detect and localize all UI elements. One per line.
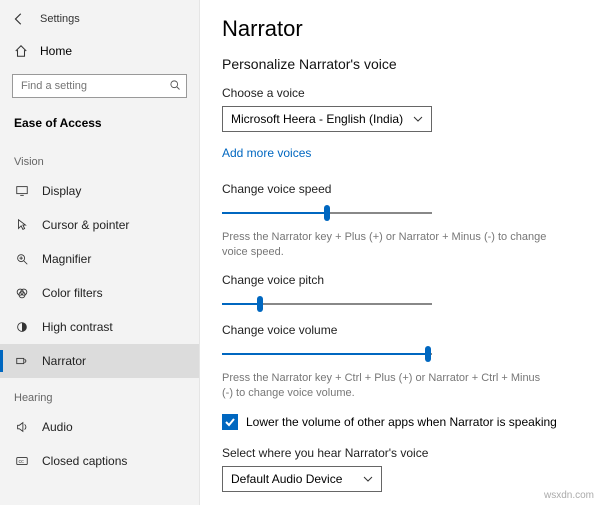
chevron-down-icon: [413, 114, 423, 124]
volume-label: Change voice volume: [222, 323, 578, 337]
nav-audio[interactable]: Audio: [0, 410, 199, 444]
audio-icon: [14, 420, 30, 434]
highcontrast-icon: [14, 320, 30, 334]
nav-cursor[interactable]: Cursor & pointer: [0, 208, 199, 242]
nav-label: Display: [42, 184, 81, 198]
group-label-vision: Vision: [0, 142, 199, 174]
nav-label: Closed captions: [42, 454, 127, 468]
page-title: Narrator: [222, 16, 578, 42]
sidebar: Settings Home Ease of Access Vision Disp…: [0, 0, 200, 505]
nav-label: High contrast: [42, 320, 113, 334]
speed-label: Change voice speed: [222, 182, 578, 196]
home-icon: [14, 44, 28, 58]
voice-select-value: Microsoft Heera - English (India): [231, 112, 403, 126]
nav-highcontrast[interactable]: High contrast: [0, 310, 199, 344]
page-subtitle: Personalize Narrator's voice: [222, 56, 578, 72]
watermark: wsxdn.com: [544, 490, 594, 501]
back-button[interactable]: [12, 12, 26, 26]
choose-voice-label: Choose a voice: [222, 86, 578, 100]
nav-magnifier[interactable]: Magnifier: [0, 242, 199, 276]
cursor-icon: [14, 218, 30, 232]
volume-hint: Press the Narrator key + Ctrl + Plus (+)…: [222, 371, 552, 402]
colorfilters-icon: [14, 286, 30, 300]
nav-label: Magnifier: [42, 252, 91, 266]
nav-label: Cursor & pointer: [42, 218, 129, 232]
speed-hint: Press the Narrator key + Plus (+) or Nar…: [222, 230, 552, 261]
magnifier-icon: [14, 252, 30, 266]
lower-volume-checkbox[interactable]: [222, 414, 238, 430]
chevron-down-icon: [363, 474, 373, 484]
narrator-icon: [14, 354, 30, 368]
pitch-slider[interactable]: [222, 293, 432, 315]
nav-colorfilters[interactable]: Color filters: [0, 276, 199, 310]
voice-select[interactable]: Microsoft Heera - English (India): [222, 106, 432, 132]
output-select[interactable]: Default Audio Device: [222, 466, 382, 492]
section-title: Ease of Access: [0, 106, 199, 142]
main-content: Narrator Personalize Narrator's voice Ch…: [200, 0, 600, 505]
add-voices-link[interactable]: Add more voices: [222, 146, 311, 160]
nav-home[interactable]: Home: [0, 36, 199, 66]
search-input[interactable]: [12, 74, 187, 98]
output-label: Select where you hear Narrator's voice: [222, 446, 578, 460]
nav-narrator[interactable]: Narrator: [0, 344, 199, 378]
nav-label: Audio: [42, 420, 73, 434]
svg-text:cc: cc: [19, 459, 25, 465]
nav-closedcaptions[interactable]: cc Closed captions: [0, 444, 199, 478]
lower-volume-label: Lower the volume of other apps when Narr…: [246, 415, 557, 429]
cc-icon: cc: [14, 454, 30, 468]
volume-slider[interactable]: [222, 343, 432, 365]
group-label-hearing: Hearing: [0, 378, 199, 410]
nav-display[interactable]: Display: [0, 174, 199, 208]
search-icon: [169, 79, 181, 91]
speed-slider[interactable]: [222, 202, 432, 224]
app-title: Settings: [40, 13, 80, 25]
nav-home-label: Home: [40, 44, 72, 58]
display-icon: [14, 184, 30, 198]
pitch-label: Change voice pitch: [222, 273, 578, 287]
nav-label: Color filters: [42, 286, 103, 300]
nav-label: Narrator: [42, 354, 86, 368]
output-select-value: Default Audio Device: [231, 472, 342, 486]
